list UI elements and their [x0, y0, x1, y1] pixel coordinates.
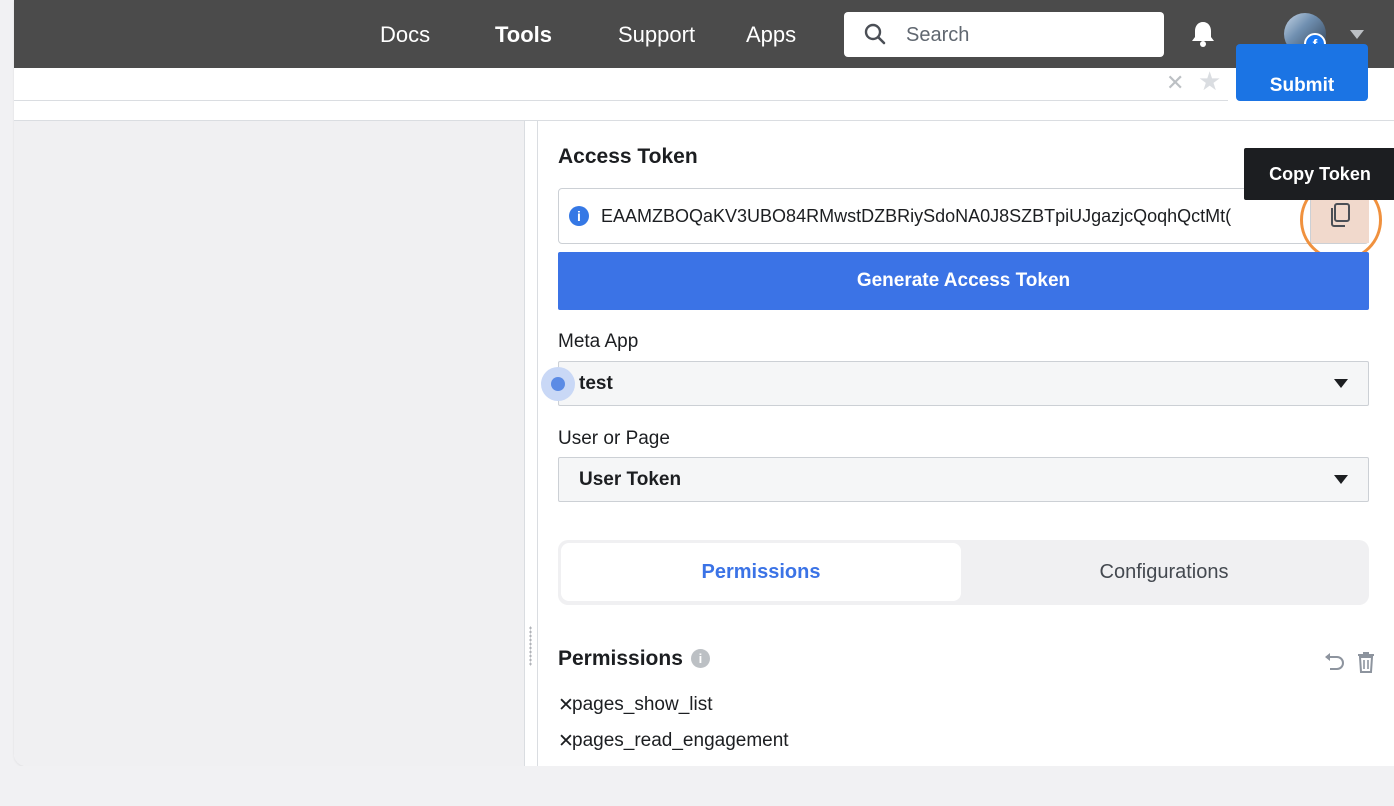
submit-button[interactable]: Submit — [1236, 44, 1368, 101]
meta-app-label: Meta App — [558, 331, 639, 352]
permissions-title: Permissions — [558, 647, 683, 670]
search-box[interactable] — [844, 12, 1164, 57]
chevron-down-icon — [1334, 379, 1348, 388]
trash-icon[interactable] — [1356, 651, 1376, 673]
user-or-page-label: User or Page — [558, 428, 670, 449]
meta-app-select[interactable]: test — [541, 361, 1369, 406]
close-icon[interactable]: ✕ — [1166, 70, 1184, 96]
undo-icon[interactable] — [1323, 651, 1345, 673]
chevron-down-icon — [1334, 475, 1348, 484]
left-panel — [14, 121, 525, 766]
user-or-page-select[interactable]: User Token — [558, 457, 1369, 502]
app-frame: Docs Tools Support Apps f ✕ ★ Submit — [14, 0, 1394, 766]
permission-item: pages_read_engagement — [572, 730, 789, 751]
nav-link-tools[interactable]: Tools — [495, 22, 552, 48]
top-nav: Docs Tools Support Apps f — [14, 0, 1394, 68]
star-icon[interactable]: ★ — [1198, 66, 1221, 97]
nav-link-support[interactable]: Support — [618, 22, 695, 48]
panel-splitter[interactable] — [525, 121, 538, 766]
access-token-title: Access Token — [558, 145, 698, 168]
generate-access-token-button[interactable]: Generate Access Token — [558, 252, 1369, 310]
tab-bar: Permissions Configurations — [558, 540, 1369, 605]
info-icon[interactable]: i — [690, 649, 710, 668]
access-token-value[interactable]: EAAMZBOQaKV3UBO84RMwstDZBRiySdoNA0J8SZBT… — [601, 206, 1291, 230]
search-icon — [864, 23, 886, 45]
query-bar: ✕ ★ Submit — [14, 44, 1394, 121]
nav-link-docs[interactable]: Docs — [380, 22, 430, 48]
tab-permissions[interactable]: Permissions — [561, 543, 961, 601]
window-bottom — [0, 766, 1394, 806]
info-icon[interactable]: i — [569, 206, 589, 226]
bell-icon[interactable] — [1190, 20, 1216, 48]
permissions-heading: Permissions i — [558, 647, 710, 671]
copy-token-tooltip: Copy Token — [1244, 148, 1394, 200]
search-input[interactable] — [904, 22, 1148, 48]
drag-handle[interactable] — [529, 626, 532, 666]
tab-configurations[interactable]: Configurations — [964, 543, 1364, 601]
nav-link-apps[interactable]: Apps — [746, 22, 796, 48]
copy-icon — [1331, 203, 1350, 227]
selection-indicator — [541, 367, 575, 401]
query-input[interactable] — [14, 68, 1228, 101]
permission-item: pages_show_list — [572, 694, 713, 715]
chevron-down-icon[interactable] — [1350, 30, 1364, 39]
meta-app-value: test — [579, 373, 613, 394]
right-panel: Access Token i EAAMZBOQaKV3UBO84RMwstDZB… — [538, 121, 1394, 766]
user-or-page-value: User Token — [579, 469, 682, 490]
